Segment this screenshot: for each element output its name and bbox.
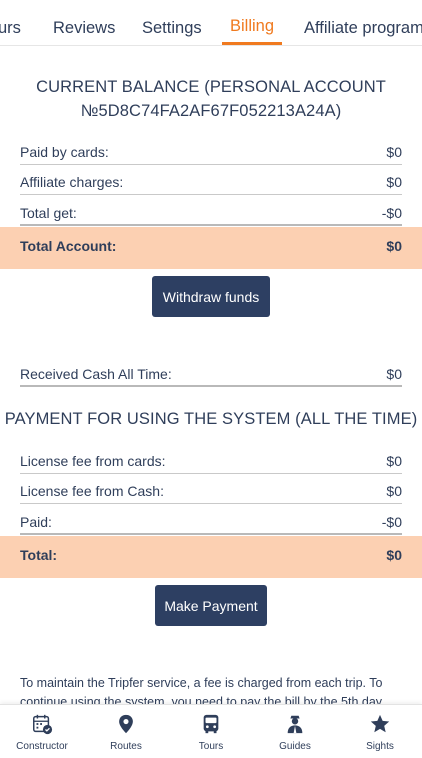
row-value: $0 — [386, 174, 402, 190]
make-payment-button[interactable]: Make Payment — [155, 585, 267, 626]
payment-title: PAYMENT FOR USING THE SYSTEM (ALL THE TI… — [4, 410, 418, 428]
row-affiliate-charges: Affiliate charges: $0 — [20, 173, 402, 195]
tab-tours[interactable]: urs — [0, 19, 21, 38]
guide-icon — [287, 715, 303, 734]
total-account-label: Total Account: — [20, 238, 117, 254]
total-account-row: Total Account: $0 — [0, 227, 422, 269]
row-label: Paid by cards: — [20, 144, 109, 160]
map-pin-icon — [119, 714, 133, 734]
nav-tours[interactable]: Tours — [169, 705, 253, 758]
total-account-value: $0 — [386, 238, 402, 254]
row-received-cash: Received Cash All Time: $0 — [20, 365, 402, 387]
payment-total-label: Total: — [20, 547, 58, 563]
balance-title: CURRENT BALANCE (PERSONAL ACCOUNT №5D8C7… — [0, 75, 422, 123]
nav-routes[interactable]: Routes — [84, 705, 168, 758]
tab-reviews[interactable]: Reviews — [53, 19, 115, 38]
calendar-check-icon — [33, 714, 53, 735]
row-license-fee-cash: License fee from Cash: $0 — [20, 482, 402, 504]
tab-affiliate-program[interactable]: Affiliate program — [304, 19, 422, 38]
nav-label: Sights — [366, 741, 394, 752]
row-value: $0 — [386, 366, 402, 382]
star-icon — [370, 714, 390, 733]
bus-icon — [203, 714, 219, 734]
tab-bar: urs Reviews Settings Billing Affiliate p… — [0, 0, 422, 46]
row-label: Received Cash All Time: — [20, 366, 172, 382]
row-paid-by-cards: Paid by cards: $0 — [20, 143, 402, 165]
row-license-fee-cards: License fee from cards: $0 — [20, 452, 402, 474]
nav-guides[interactable]: Guides — [253, 705, 337, 758]
nav-label: Constructor — [16, 741, 68, 752]
row-value: $0 — [386, 453, 402, 469]
nav-label: Tours — [198, 741, 224, 752]
row-value: $0 — [386, 483, 402, 499]
nav-constructor[interactable]: Constructor — [0, 705, 84, 758]
row-total-get: Total get: -$0 — [20, 204, 402, 226]
billing-note: To maintain the Tripfer service, a fee i… — [20, 676, 383, 705]
nav-label: Routes — [110, 741, 142, 752]
nav-label: Guides — [279, 741, 311, 752]
row-label: License fee from cards: — [20, 453, 166, 469]
nav-sights[interactable]: Sights — [338, 705, 422, 758]
withdraw-funds-button[interactable]: Withdraw funds — [152, 276, 270, 317]
payment-total-row: Total: $0 — [0, 536, 422, 578]
balance-title-line1: CURRENT BALANCE (PERSONAL ACCOUNT — [36, 78, 386, 96]
bottom-nav: Constructor Routes Tours Guides Sights — [0, 704, 422, 758]
row-paid: Paid: -$0 — [20, 513, 402, 535]
row-label: Affiliate charges: — [20, 174, 124, 190]
payment-total-value: $0 — [386, 547, 402, 563]
billing-panel: CURRENT BALANCE (PERSONAL ACCOUNT №5D8C7… — [0, 55, 422, 705]
balance-title-line2: №5D8C74FA2AF67F052213A24A) — [80, 102, 342, 120]
row-value: -$0 — [381, 514, 402, 530]
row-value: -$0 — [381, 205, 402, 221]
row-value: $0 — [386, 144, 402, 160]
tab-billing[interactable]: Billing — [230, 17, 274, 36]
row-label: License fee from Cash: — [20, 483, 164, 499]
tab-settings[interactable]: Settings — [142, 19, 202, 38]
active-tab-indicator — [222, 42, 282, 45]
row-label: Total get: — [20, 205, 77, 221]
row-label: Paid: — [20, 514, 52, 530]
